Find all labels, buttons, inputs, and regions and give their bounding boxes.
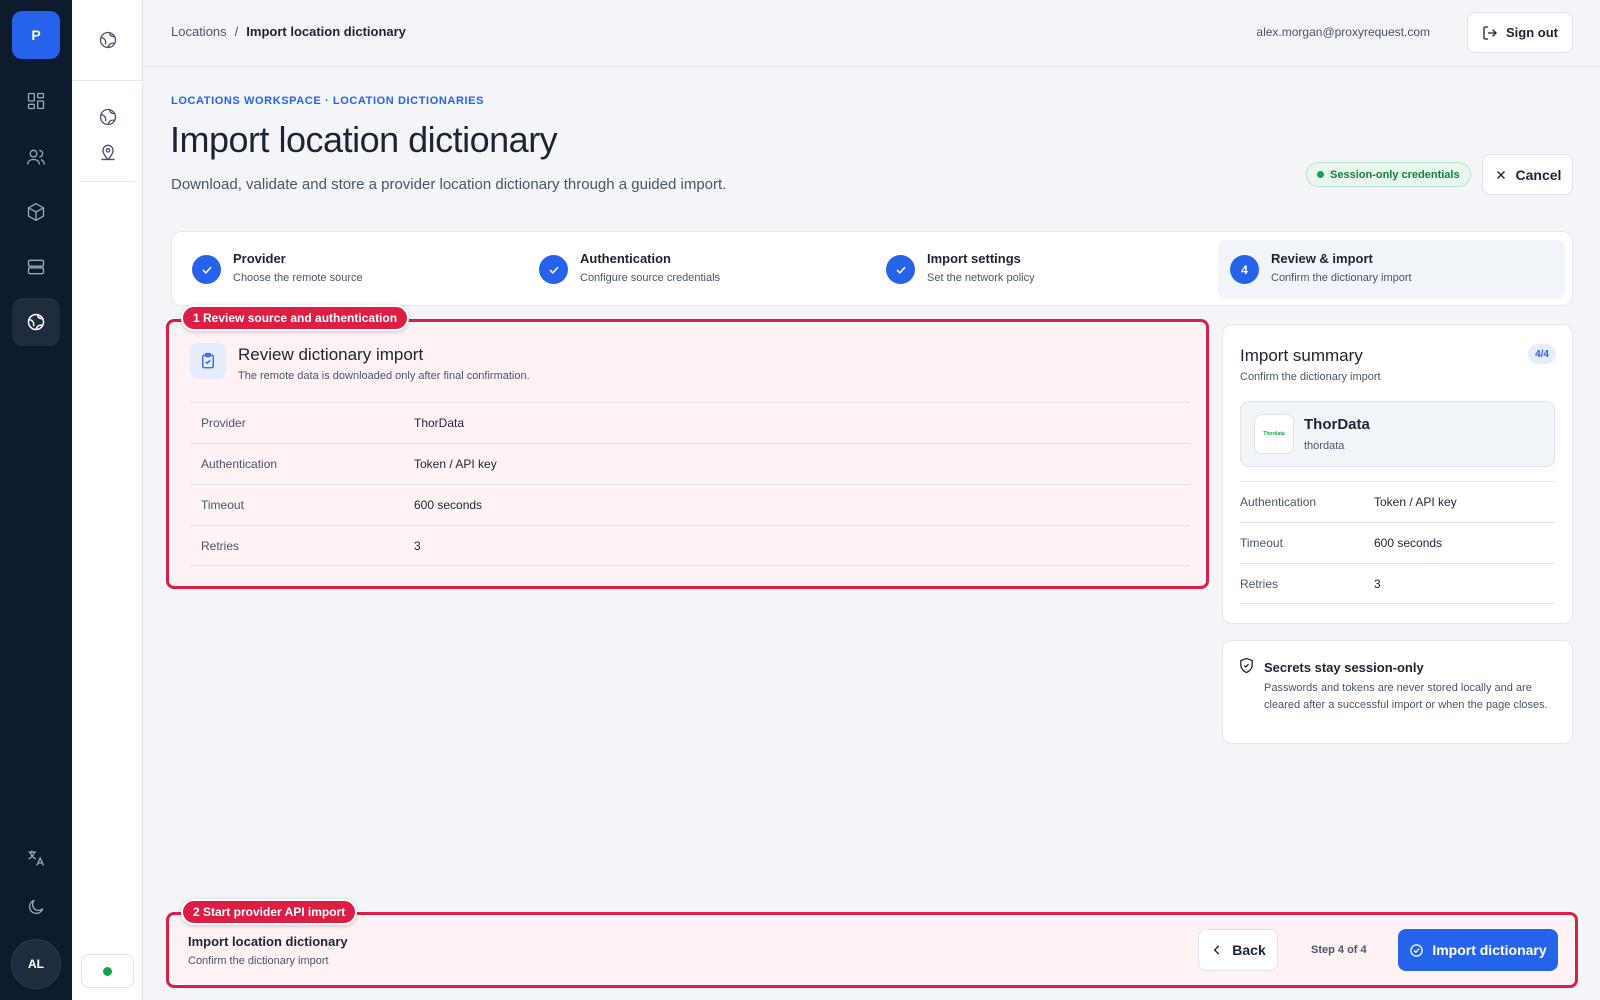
divider [72,80,142,81]
close-icon [1496,170,1505,179]
step-label: Import settings [927,251,1021,266]
step-count-badge: 4/4 [1528,344,1556,364]
shield-check-icon [1238,657,1255,679]
status-dot [103,966,112,976]
summary-key: Timeout [1240,536,1283,550]
user-email: alex.morgan@proxyrequest.com [1256,25,1430,39]
users-icon[interactable] [12,133,60,181]
step-label: Review & import [1271,251,1373,266]
avatar[interactable]: AL [11,939,61,989]
cancel-label: Cancel [1515,166,1562,183]
sign-out-button[interactable]: Sign out [1467,12,1573,53]
breadcrumb-current: Import location dictionary [246,24,406,39]
step-review-import[interactable]: 4 Review & import Confirm the dictionary… [1218,240,1565,299]
summary-row: Retries 3 [1240,563,1555,604]
annotation-highlight-review [166,319,1209,589]
step-desc: Set the network policy [927,272,1035,284]
summary-details: Authentication Token / API key Timeout 600… [1240,481,1555,604]
provider-logo: Thordata [1254,414,1294,454]
topbar: Locations / Import location dictionary a… [143,0,1600,67]
server-icon[interactable] [12,243,60,291]
dictionary-globe-icon[interactable] [93,102,123,132]
step-desc: Confirm the dictionary import [1271,272,1412,284]
divider [80,181,134,182]
provider-name: ThorData [1304,416,1370,433]
connection-status[interactable] [81,954,134,988]
summary-row: Timeout 600 seconds [1240,522,1555,563]
page-subtitle: Download, validate and store a provider … [171,176,727,193]
session-badge: Session-only credentials [1306,162,1471,187]
breadcrumb: Locations / Import location dictionary [171,24,406,39]
section-nav [72,0,143,1000]
package-icon[interactable] [12,188,60,236]
globe-icon[interactable] [93,25,123,55]
brand-logo[interactable]: P [12,11,60,59]
page-title: Import location dictionary [170,119,558,160]
step-desc: Choose the remote source [233,272,363,284]
summary-key: Retries [1240,576,1279,591]
moon-icon[interactable] [12,883,60,931]
provider-card: Thordata ThorData thordata [1240,401,1555,467]
step-import-settings[interactable]: Import settings Set the network policy [874,240,1221,299]
app-rail: P AL [0,0,72,1000]
step-label: Authentication [580,251,671,266]
summary-title: Import summary [1240,346,1363,365]
dashboard-icon[interactable] [12,77,60,125]
summary-value: Token / API key [1374,495,1457,509]
step-provider[interactable]: Provider Choose the remote source [180,240,527,299]
annotation-label-review: 1 Review source and authentication [181,305,410,331]
step-authentication[interactable]: Authentication Configure source credenti… [527,240,874,299]
sign-out-label: Sign out [1506,25,1558,40]
summary-value: 3 [1374,576,1381,591]
annotation-label-footer: 2 Start provider API import [181,899,358,925]
import-summary-card: Import summary Confirm the dictionary im… [1222,324,1573,624]
annotation-highlight-footer [166,912,1578,988]
check-icon [192,255,221,284]
summary-value: 600 seconds [1374,536,1443,550]
step-desc: Configure source credentials [580,272,721,284]
session-badge-label: Session-only credentials [1330,168,1460,181]
status-dot [1317,171,1324,178]
check-icon [886,255,915,284]
breadcrumb-separator: / [234,24,239,39]
summary-key: Authentication [1240,495,1317,509]
globe-icon[interactable] [12,298,60,346]
page-eyebrow: LOCATIONS WORKSPACE · LOCATION DICTIONAR… [171,95,485,107]
provider-id: thordata [1304,440,1345,452]
secrets-notice-card: Secrets stay session-only Passwords and … [1222,640,1573,744]
translate-icon[interactable] [12,834,60,882]
cancel-button[interactable]: Cancel [1482,154,1573,195]
wizard-stepper: Provider Choose the remote source Authen… [171,231,1573,306]
summary-row: Authentication Token / API key [1240,481,1555,522]
sign-out-icon [1483,25,1497,40]
secrets-title: Secrets stay session-only [1264,660,1424,675]
step-label: Provider [233,251,286,266]
check-icon [539,255,568,284]
secrets-text: Passwords and tokens are never stored lo… [1264,682,1548,711]
breadcrumb-locations[interactable]: Locations [171,24,227,39]
summary-subtitle: Confirm the dictionary import [1240,371,1381,383]
step-number: 4 [1230,255,1259,284]
map-pin-icon[interactable] [93,137,123,167]
